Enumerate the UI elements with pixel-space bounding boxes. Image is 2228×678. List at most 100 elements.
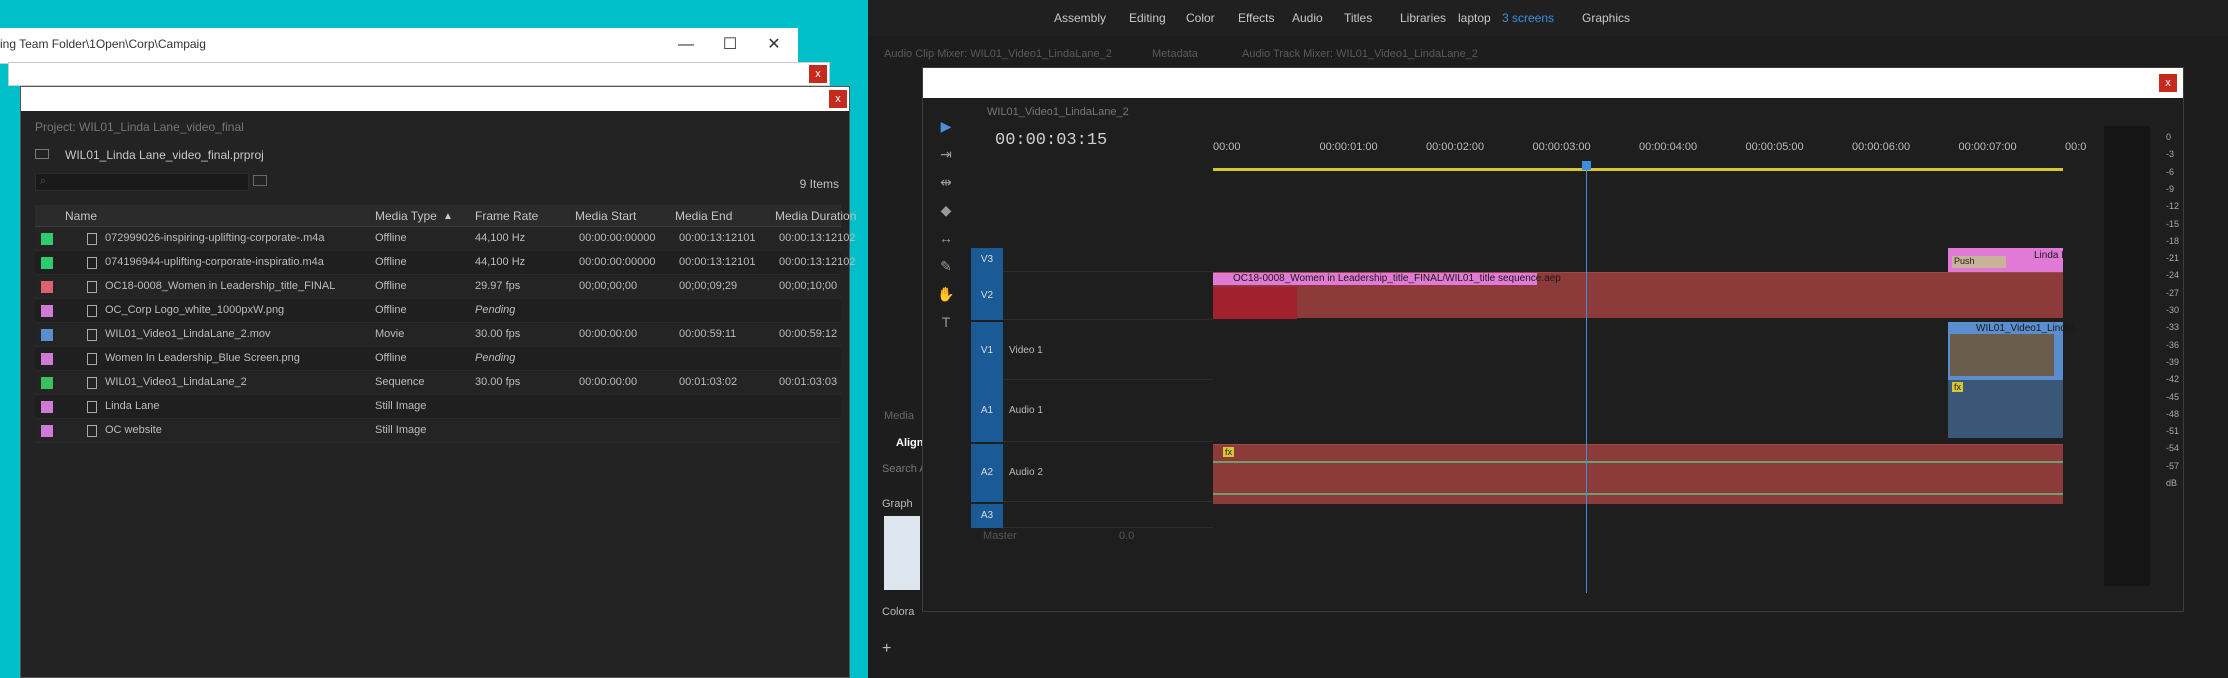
table-row[interactable]: 072999026-inspiring-uplifting-corporate-… [35,227,855,251]
close-icon[interactable]: x [809,65,827,83]
type-tool-icon[interactable]: T [935,314,957,336]
clip-v3-image[interactable]: Push Linda L [1948,248,2067,272]
panel-tab-media[interactable]: Media [884,410,914,422]
table-row[interactable]: 074196944-uplifting-corporate-inspiratio… [35,251,855,275]
col-name[interactable]: Name [65,209,97,223]
sort-ascending-icon[interactable]: ▲ [443,211,453,222]
new-bin-icon[interactable] [253,175,267,186]
sequence-tab[interactable]: WIL01_Video1_LindaLane_2 [987,106,1129,118]
timeline-window: x WIL01_Video1_LindaLane_2 00:00:03:15 ▶… [922,67,2184,612]
track-header-v1[interactable]: V1 Video 1 [971,322,1213,380]
add-icon[interactable]: + [882,640,891,658]
meter-scale-label: -27 [2166,287,2180,298]
track-target-v3[interactable]: V3 [971,248,1003,272]
clip-v2-title[interactable]: OC18-0008_Women in Leadership_title_FINA… [1213,272,2063,319]
track-header-v2[interactable]: V2 [971,272,1213,320]
workspace-tab-audio[interactable]: Audio [1292,11,1323,25]
graphics-section[interactable]: Graph [882,498,913,510]
items-count: 9 Items [799,177,839,191]
playhead-timecode[interactable]: 00:00:03:15 [995,131,1107,150]
ripple-edit-icon[interactable]: ⇹ [935,174,957,196]
file-icon [87,329,97,341]
keyframe-line[interactable] [1213,493,2063,495]
table-row[interactable]: WIL01_Video1_LindaLane_2.mov Movie 30.00 f… [35,323,841,347]
track-target-v1[interactable]: V1 [971,322,1003,380]
tab-audio-clip-mixer[interactable]: Audio Clip Mixer: WIL01_Video1_LindaLane… [884,48,1112,60]
track-select-icon[interactable]: ⇥ [935,146,957,168]
cell-media-type: Offline [375,352,407,364]
close-button[interactable]: ✕ [758,32,790,58]
label-color-swatch [41,329,53,341]
track-header-a3[interactable]: A3 [971,504,1213,528]
file-icon [87,377,97,389]
volume-line[interactable] [1213,461,2063,463]
master-value[interactable]: 0.0 [1119,530,1134,542]
col-media-duration[interactable]: Media Duration [775,209,856,223]
ruler-tick-label: 00:00:07:00 [1958,141,2017,153]
file-icon [87,305,97,317]
close-icon[interactable]: x [829,90,847,108]
panel-tab-align[interactable]: Align [896,437,924,449]
playhead-line[interactable] [1586,163,1587,593]
workspace-tab-libraries[interactable]: Libraries [1400,11,1446,25]
table-row[interactable]: Women In Leadership_Blue Screen.png Offli… [35,347,841,371]
slip-icon[interactable]: ↔ [935,230,957,252]
workspace-tab-graphics[interactable]: Graphics [1582,11,1630,25]
col-media-end[interactable]: Media End [675,209,732,223]
table-row[interactable]: OC_Corp Logo_white_1000pxW.png Offline Pen… [35,299,841,323]
clip-a1-audio[interactable]: fx [1948,380,2063,438]
color-section[interactable]: Colora [882,606,914,618]
tab-metadata[interactable]: Metadata [1152,48,1198,60]
workspace-tab-color[interactable]: Color [1186,11,1215,25]
table-row[interactable]: OC website Still Image [35,419,841,443]
track-target-a2[interactable]: A2 [971,444,1003,502]
pen-icon[interactable]: ✎ [935,258,957,280]
selection-tool-icon[interactable]: ▶ [935,118,957,140]
track-target-v2[interactable]: V2 [971,272,1003,320]
track-header-v3[interactable]: V3 [971,248,1213,272]
workspace-tab-assembly[interactable]: Assembly [1054,11,1106,25]
cell-media-type: Sequence [375,376,425,388]
table-row[interactable]: OC18-0008_Women in Leadership_title_FINA… [35,275,841,299]
track-target-a3[interactable]: A3 [971,504,1003,528]
track-header-a1[interactable]: A1 Audio 1 [971,380,1213,442]
meter-scale-label: -54 [2166,443,2180,454]
track-header-a2[interactable]: A2 Audio 2 [971,444,1213,502]
tab-audio-track-mixer[interactable]: Audio Track Mixer: WIL01_Video1_LindaLan… [1242,48,1478,60]
col-media-start[interactable]: Media Start [575,209,636,223]
project-panel-window: x Project: WIL01_Linda Lane_video_final … [20,86,856,678]
minimize-button[interactable]: — [670,32,702,58]
clip-a2-audio[interactable]: fx [1213,444,2063,504]
maximize-button[interactable]: ☐ [714,32,746,58]
work-area-bar[interactable] [1213,168,2063,171]
cell-media-start: 00:00:00:00000 [579,256,656,268]
label-color-swatch [41,353,53,365]
workspace-tab-effects[interactable]: Effects [1238,11,1274,25]
razor-icon[interactable]: ◆ [935,202,957,224]
workspace-tab-laptop[interactable]: laptop [1458,11,1491,25]
col-frame-rate[interactable]: Frame Rate [475,209,538,223]
graphic-thumbnail[interactable] [884,516,920,590]
file-icon [87,425,97,437]
workspace-tab-titles[interactable]: Titles [1344,11,1372,25]
label-color-swatch [41,401,53,413]
workspace-tab-editing[interactable]: Editing [1129,11,1166,25]
close-icon[interactable]: x [2159,74,2177,92]
cell-media-end: 00:00:59:11 [679,328,737,340]
label-color-swatch [41,305,53,317]
meter-scale-label: -12 [2166,201,2180,212]
table-row[interactable]: Linda Lane Still Image [35,395,841,419]
meter-scale-label: -30 [2166,305,2180,315]
track-name: Video 1 [1009,345,1043,356]
clip-v1-video[interactable]: WIL01_Video1_LindaL [1948,322,2077,380]
col-media-type[interactable]: Media Type [375,209,437,223]
file-icon [87,401,97,413]
track-target-a1[interactable]: A1 [971,380,1003,442]
table-row[interactable]: WIL01_Video1_LindaLane_2 Sequence 30.00 fp… [35,371,841,395]
search-input[interactable]: ⌕ [35,173,249,191]
workspace-tab-3-screens[interactable]: 3 screens [1502,11,1554,25]
project-file-name: WIL01_Linda Lane_video_final.prproj [65,148,264,162]
hand-icon[interactable]: ✋ [935,286,957,308]
playhead-handle[interactable] [1582,161,1591,170]
meter-scale-label: -42 [2166,374,2180,385]
